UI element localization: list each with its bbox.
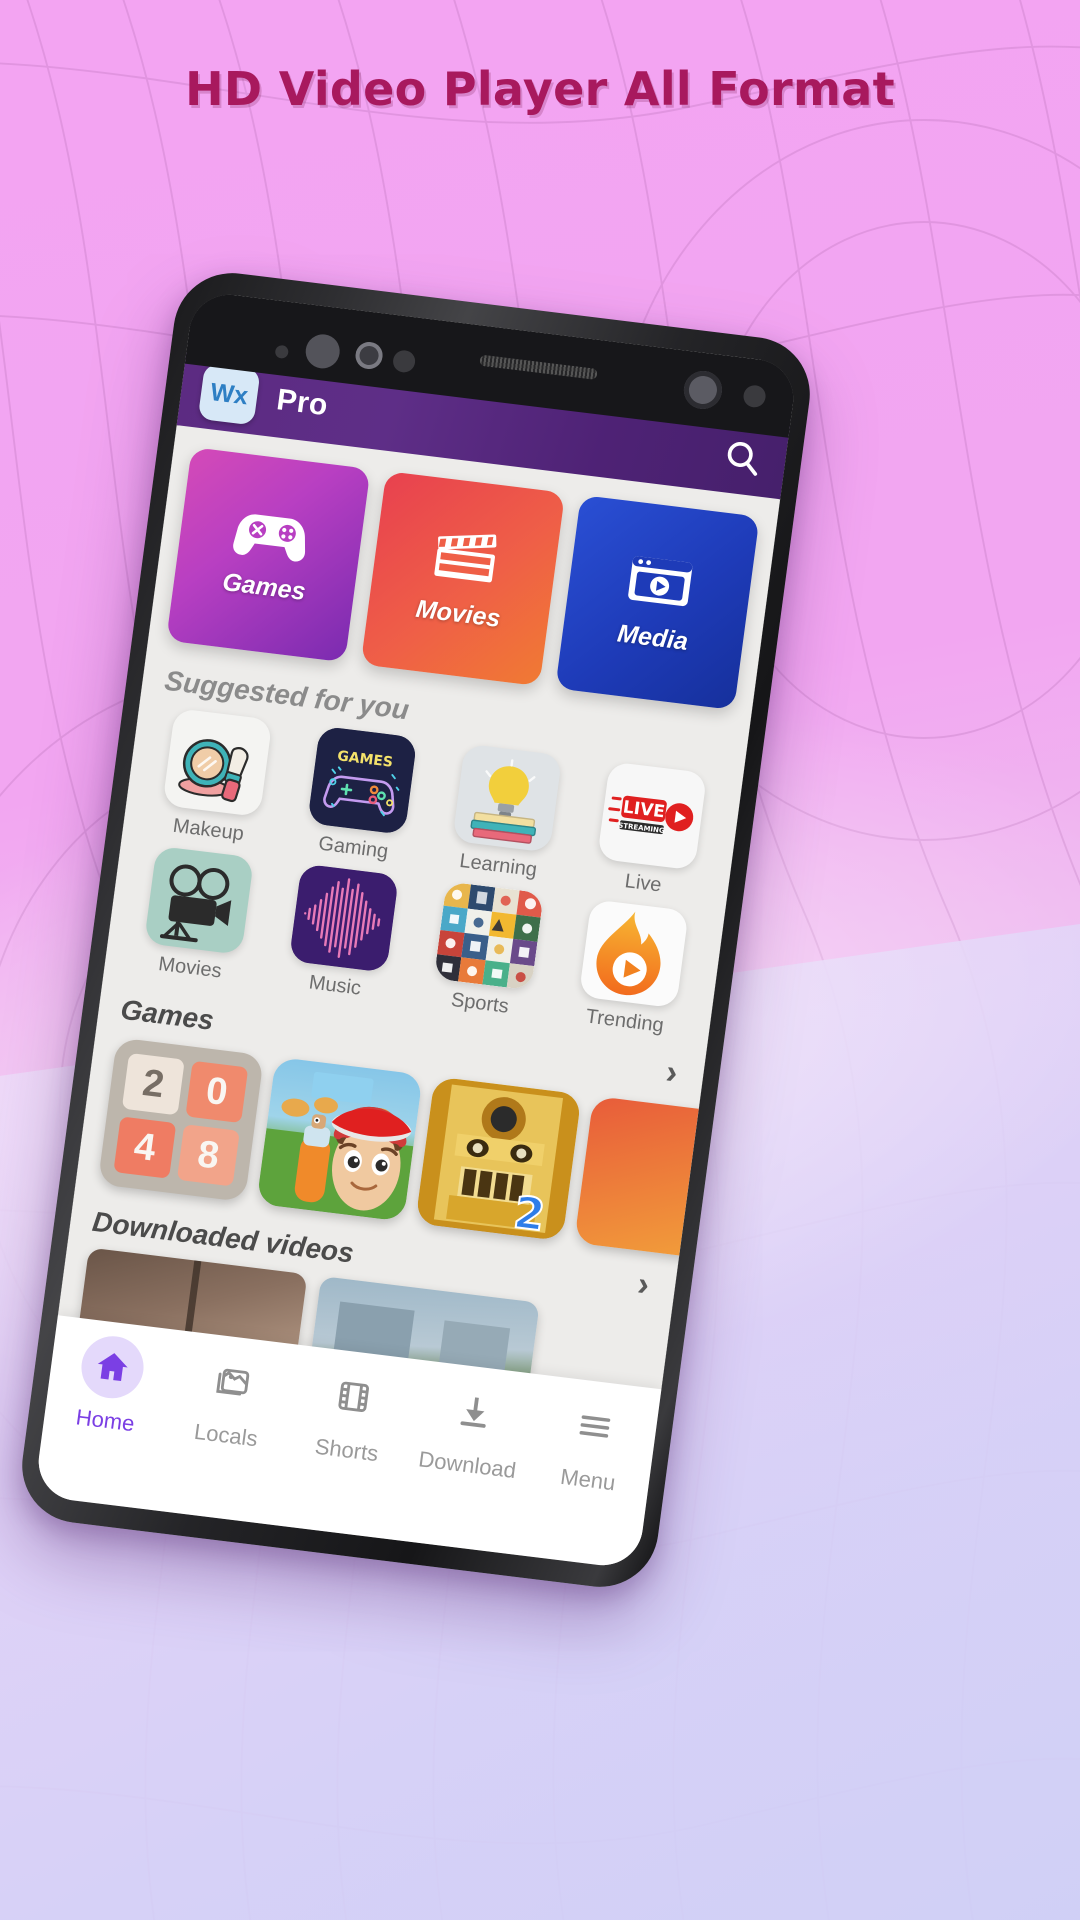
list-item[interactable]: Trending bbox=[557, 897, 707, 1041]
category-label: Games bbox=[220, 567, 308, 606]
svg-text:LIVE: LIVE bbox=[622, 797, 666, 822]
lightbulb-books-icon bbox=[452, 743, 563, 853]
tile-value: 0 bbox=[185, 1060, 249, 1124]
film-camera-icon bbox=[143, 845, 255, 955]
proximity-sensor-icon bbox=[391, 349, 417, 374]
gamepad-icon bbox=[231, 504, 312, 568]
list-item-label: Live bbox=[623, 870, 663, 897]
icon-collage-icon bbox=[433, 881, 544, 991]
category-label: Movies bbox=[414, 594, 503, 633]
gallery-icon bbox=[198, 1348, 268, 1417]
sensor-dot-small bbox=[274, 344, 290, 360]
category-card-games[interactable]: Games bbox=[166, 447, 371, 663]
list-item-label: Sports bbox=[449, 988, 511, 1018]
list-item-label: Music bbox=[307, 971, 363, 1000]
app-logo: Wx bbox=[197, 363, 261, 426]
earpiece-speaker bbox=[479, 354, 598, 380]
list-item[interactable]: Makeup bbox=[140, 706, 290, 850]
nav-item-locals[interactable]: Locals bbox=[164, 1344, 298, 1456]
category-label: Media bbox=[615, 618, 690, 656]
makeup-compact-icon bbox=[162, 708, 273, 818]
svg-text:STREAMING: STREAMING bbox=[618, 821, 666, 835]
game-tile-subway-surfers[interactable] bbox=[256, 1056, 423, 1222]
game-tile-2048[interactable]: 2 0 4 8 bbox=[97, 1037, 265, 1203]
tile-value: 8 bbox=[176, 1124, 240, 1187]
nav-item-download[interactable]: Download bbox=[405, 1374, 539, 1486]
list-item[interactable]: Sports bbox=[412, 879, 562, 1023]
list-item[interactable]: Learning bbox=[430, 741, 580, 885]
nav-label: Download bbox=[417, 1446, 518, 1484]
nav-label: Locals bbox=[192, 1418, 260, 1452]
download-icon bbox=[440, 1377, 510, 1446]
filmstrip-icon bbox=[319, 1362, 389, 1431]
home-icon bbox=[77, 1332, 148, 1402]
page-title: HD Video Player All Format bbox=[185, 62, 895, 116]
tile-value: 4 bbox=[113, 1116, 177, 1179]
neon-gamepad-icon: GAMES bbox=[307, 725, 418, 835]
led-indicator-icon bbox=[681, 368, 725, 412]
nav-item-home[interactable]: Home bbox=[43, 1329, 177, 1441]
flame-play-icon bbox=[578, 899, 689, 1009]
iris-scanner-icon bbox=[353, 340, 385, 371]
list-item-label: Gaming bbox=[317, 832, 390, 863]
list-item-label: Movies bbox=[157, 952, 223, 983]
game-tile-temple-run-2[interactable]: 2 bbox=[415, 1076, 582, 1242]
search-icon[interactable] bbox=[717, 432, 769, 483]
list-item-label: Makeup bbox=[171, 814, 246, 846]
list-item[interactable]: Movies bbox=[122, 844, 272, 988]
media-player-icon bbox=[621, 549, 699, 618]
list-item-label: Learning bbox=[458, 849, 539, 882]
nav-label: Shorts bbox=[313, 1433, 380, 1467]
clapper-icon bbox=[427, 525, 505, 594]
front-camera-icon bbox=[303, 332, 342, 371]
nav-item-menu[interactable]: Menu bbox=[526, 1388, 660, 1500]
list-item[interactable]: Music bbox=[267, 861, 417, 1005]
hamburger-icon bbox=[560, 1392, 630, 1461]
live-streaming-icon: LIVE STREAMING bbox=[597, 761, 708, 871]
category-card-movies[interactable]: Movies bbox=[360, 471, 566, 687]
chevron-right-icon[interactable]: › bbox=[635, 1265, 651, 1304]
app-title: Pro bbox=[274, 383, 330, 423]
nav-item-shorts[interactable]: Shorts bbox=[284, 1359, 418, 1471]
list-item[interactable]: GAMES Gaming bbox=[285, 724, 435, 868]
tile-value: 2 bbox=[121, 1052, 185, 1116]
category-card-media[interactable]: Media bbox=[555, 494, 760, 711]
nav-label: Home bbox=[74, 1404, 137, 1437]
nav-label: Menu bbox=[559, 1463, 617, 1496]
sensor-dot-right bbox=[742, 384, 767, 409]
list-item[interactable]: LIVE STREAMING Live bbox=[575, 759, 725, 903]
list-item-label: Trending bbox=[584, 1005, 666, 1037]
chevron-right-icon[interactable]: › bbox=[664, 1053, 680, 1092]
waveform-icon bbox=[288, 863, 400, 973]
